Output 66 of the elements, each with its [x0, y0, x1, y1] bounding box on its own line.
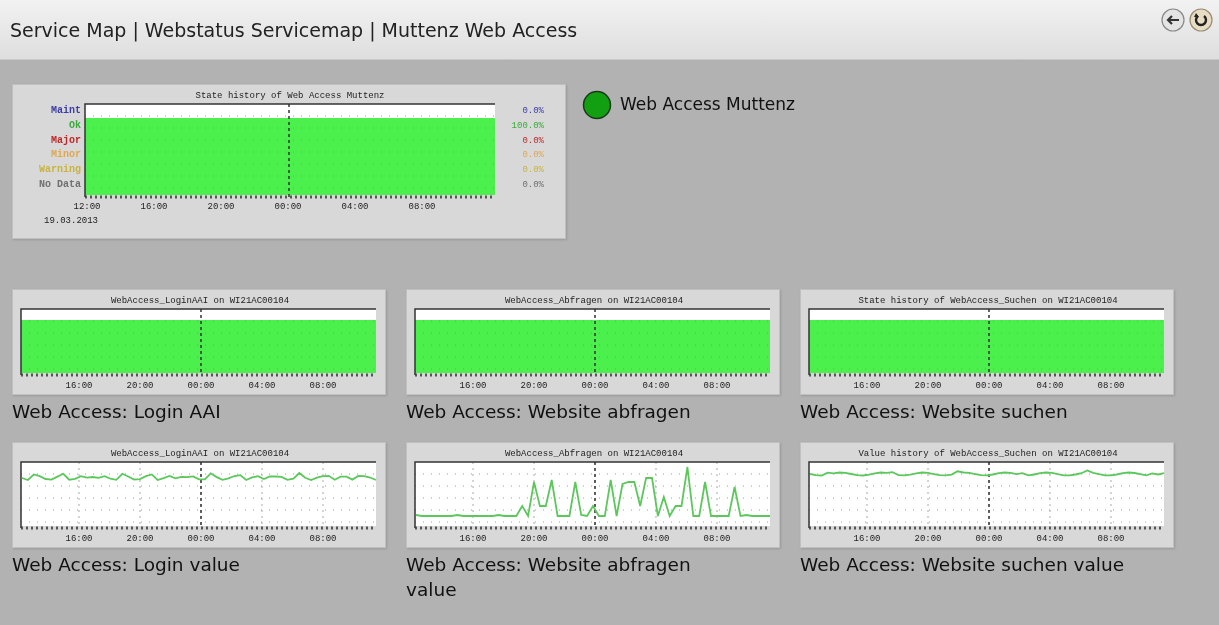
axis-label: 04:00: [1036, 381, 1064, 391]
axis-label: 04:00: [642, 381, 670, 391]
chart-title: WebAccess_Abfragen on WI21AC00104: [504, 449, 684, 459]
page-title: Service Map | Webstatus Servicemap | Muttenz Web Access: [10, 18, 578, 44]
legend-label: Major: [51, 134, 81, 146]
refresh-icon[interactable]: [1189, 8, 1213, 32]
service-label: Web Access: Login AAI: [12, 400, 222, 424]
axis-label: 00:00: [581, 381, 609, 391]
legend-value: 100.0%: [511, 120, 544, 131]
legend-value: 0.0%: [522, 135, 544, 146]
axis-label: 04:00: [642, 534, 670, 544]
legend-value: 0.0%: [522, 150, 544, 161]
axis-label: 12:00: [73, 202, 101, 212]
axis-label: 08:00: [309, 381, 337, 391]
chart-title: WebAccess_LoginAAI on WI21AC00104: [110, 296, 290, 306]
legend-value: 0.0%: [522, 165, 544, 176]
legend-label: Minor: [51, 149, 81, 161]
service-label: Web Access: Website abfragen value: [406, 553, 692, 602]
chart-title: Value history of WebAccess_Suchen on WI21AC00104: [858, 449, 1118, 459]
axis-label: 16:00: [459, 381, 487, 391]
legend-label: Maint: [51, 105, 81, 116]
axis-label: 08:00: [408, 202, 436, 212]
axis-label: 20:00: [520, 534, 548, 544]
service-label: Web Access: Website suchen value: [800, 553, 1126, 577]
chart-title: State history of Web Access Muttenz: [195, 91, 385, 101]
legend-label: No Data: [39, 179, 81, 190]
axis-label: 20:00: [914, 534, 942, 544]
axis-label: 08:00: [703, 381, 731, 391]
axis-label: 16:00: [65, 381, 93, 391]
axis-label: 20:00: [126, 381, 154, 391]
axis-label: 20:00: [207, 202, 235, 212]
axis-label: 20:00: [520, 381, 548, 391]
axis-label: 16:00: [853, 381, 881, 391]
axis-label: 04:00: [248, 534, 276, 544]
axis-label: 16:00: [853, 534, 881, 544]
axis-label: 04:00: [248, 381, 276, 391]
chart-title: WebAccess_LoginAAI on WI21AC00104: [110, 449, 290, 459]
axis-label: 20:00: [126, 534, 154, 544]
axis-label: 04:00: [1036, 534, 1064, 544]
axis-label: 00:00: [581, 534, 609, 544]
axis-label: 00:00: [187, 534, 215, 544]
axis-label: 16:00: [140, 202, 168, 212]
axis-label: 08:00: [1097, 534, 1125, 544]
legend-value: 0.0%: [522, 106, 544, 116]
axis-label: 04:00: [341, 202, 369, 212]
service-label: Web Access: Login value: [12, 553, 241, 577]
legend-value: 0.0%: [522, 180, 544, 190]
axis-label: 16:00: [459, 534, 487, 544]
chart-title: State history of WebAccess_Suchen on WI21AC00104: [858, 296, 1118, 306]
axis-label: 20:00: [914, 381, 942, 391]
date-label: 19.03.2013: [44, 216, 98, 226]
axis-label: 16:00: [65, 534, 93, 544]
status-label: Web Access Muttenz: [620, 93, 795, 117]
axis-label: 00:00: [975, 534, 1003, 544]
back-icon[interactable]: [1161, 8, 1185, 32]
service-label: Web Access: Website suchen: [800, 400, 1069, 424]
legend-label: Ok: [69, 119, 81, 131]
axis-label: 00:00: [274, 202, 302, 212]
axis-label: 08:00: [703, 534, 731, 544]
axis-label: 00:00: [975, 381, 1003, 391]
chart-title: WebAccess_Abfragen on WI21AC00104: [504, 296, 684, 306]
axis-label: 00:00: [187, 381, 215, 391]
axis-label: 08:00: [1097, 381, 1125, 391]
axis-label: 08:00: [309, 534, 337, 544]
legend-label: Warning: [39, 164, 81, 176]
service-label: Web Access: Website abfragen: [406, 400, 692, 424]
